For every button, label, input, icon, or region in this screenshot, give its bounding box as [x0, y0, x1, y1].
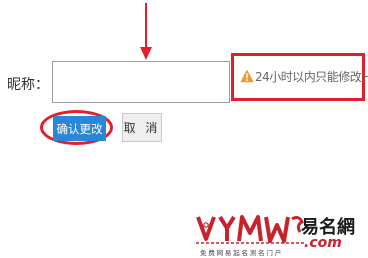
site-watermark: 易名網 .com 免费网易起名测名门户: [196, 213, 364, 257]
rename-dialog: 昵称： 24小时以内只能修改一次 确认更改 取 消 易名網 .com 免费网易起…: [0, 0, 368, 258]
rename-limit-hint: 24小时以内只能修改一次: [255, 70, 368, 84]
nickname-input[interactable]: [52, 61, 230, 103]
arrow-down-icon: [140, 3, 152, 60]
warning-icon: [240, 69, 254, 83]
nickname-label: 昵称：: [7, 77, 49, 93]
confirm-change-button[interactable]: 确认更改: [53, 116, 106, 141]
hint-highlight-box: 24小时以内只能修改一次: [231, 53, 368, 101]
watermark-domain: .com: [304, 235, 342, 251]
watermark-logo: [196, 215, 304, 244]
watermark-slogan: 免费网易起名测名门户: [200, 249, 283, 257]
cancel-button[interactable]: 取 消: [122, 113, 162, 142]
